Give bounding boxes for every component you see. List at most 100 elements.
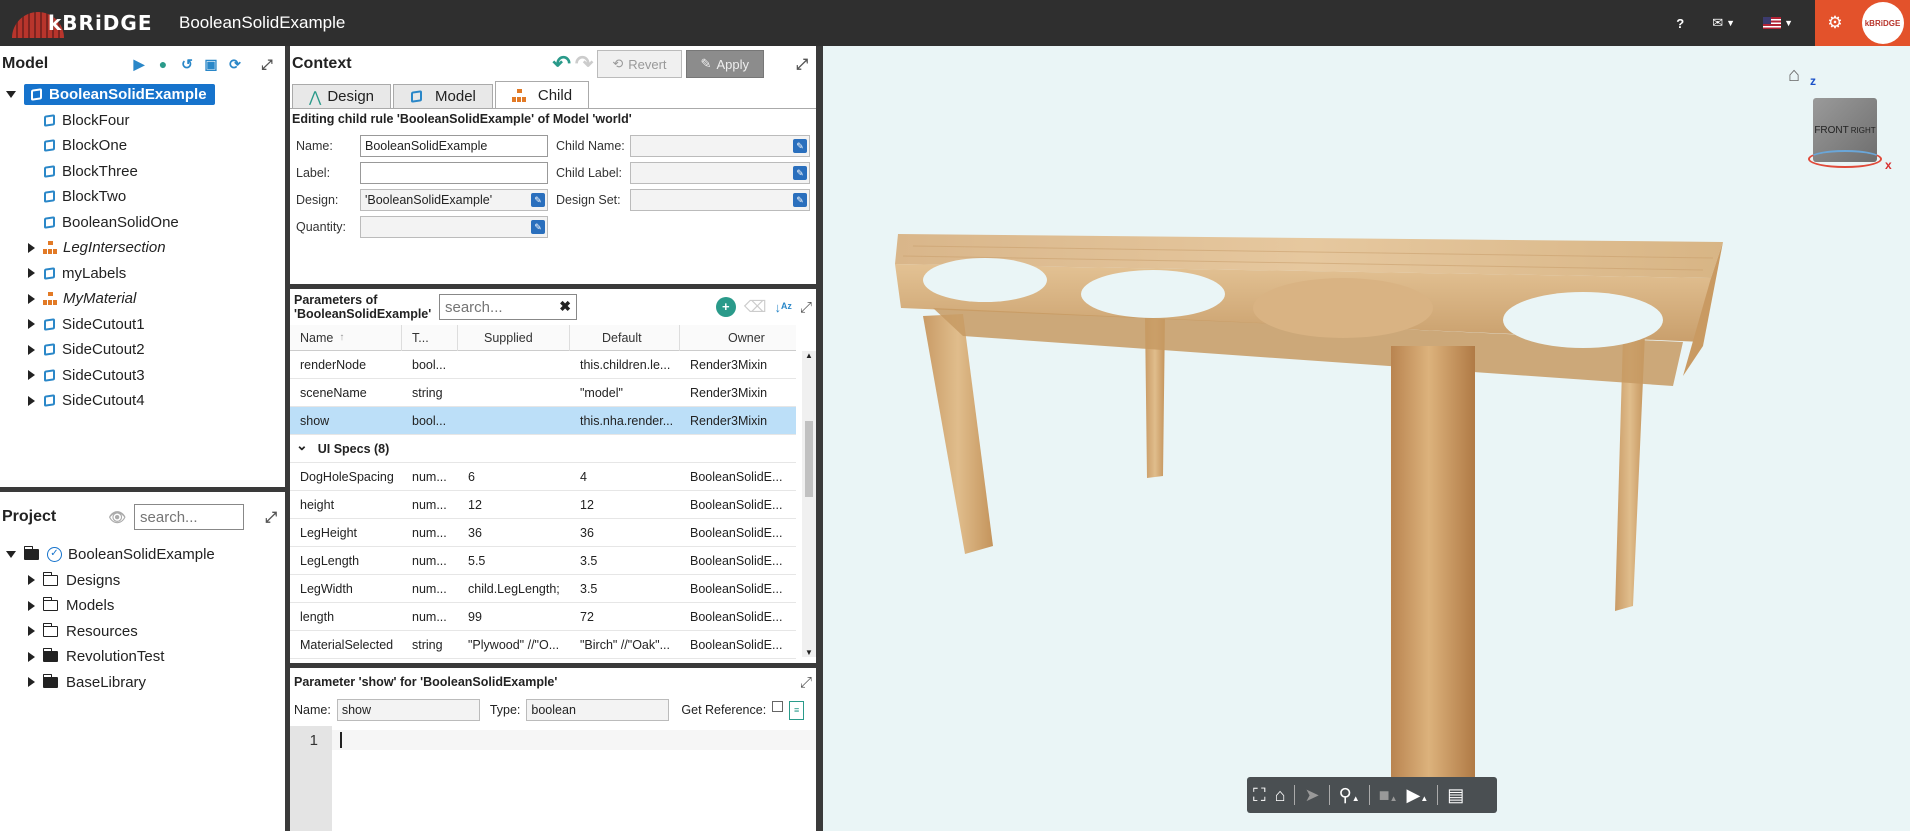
edit-icon[interactable]: ✎ <box>531 193 545 207</box>
project-tree-item[interactable]: Designs <box>6 568 285 594</box>
caret-right-icon[interactable] <box>28 575 35 586</box>
undo-history-icon[interactable]: ↺ <box>177 54 197 74</box>
save-icon[interactable]: ▣ <box>201 54 221 74</box>
caret-right-icon[interactable] <box>28 344 35 355</box>
undo-icon[interactable]: ↶ <box>552 51 570 77</box>
play-icon[interactable]: ▶ <box>129 54 149 74</box>
table-row[interactable]: height num... 12 12 BooleanSolidE... <box>290 491 796 519</box>
quantity-input[interactable]: ✎ <box>360 216 548 238</box>
edit-icon[interactable]: ✎ <box>531 220 545 234</box>
expand-icon[interactable]: ⤢ <box>265 509 277 526</box>
code-editor[interactable]: 1 <box>290 726 816 831</box>
expand-icon[interactable]: ⤢ <box>800 299 812 316</box>
side-cutout-2[interactable] <box>1081 270 1225 318</box>
project-tree-item[interactable]: Resources <box>6 619 285 645</box>
select-icon[interactable]: ➤ <box>1304 785 1319 806</box>
selected-tree-node[interactable]: BooleanSolidExample <box>24 84 215 106</box>
scroll-down-icon[interactable]: ▼ <box>805 648 813 657</box>
model-tree-item[interactable]: LegIntersection <box>6 235 285 261</box>
edit-icon[interactable]: ✎ <box>793 193 807 207</box>
language-menu-button[interactable]: ▼ <box>1763 17 1793 29</box>
edit-icon[interactable]: ✎ <box>793 139 807 153</box>
side-cutout-3[interactable] <box>1253 278 1433 338</box>
project-tree-item[interactable]: Models <box>6 593 285 619</box>
mail-menu-button[interactable]: ✉ ▼ <box>1712 15 1735 31</box>
design-input[interactable]: 'BooleanSolidExample' ✎ <box>360 189 548 211</box>
fullscreen-icon[interactable]: ⛶ <box>1253 785 1266 806</box>
pdf-icon[interactable]: ▤ <box>1447 785 1464 806</box>
label-input[interactable] <box>360 162 548 184</box>
model-tree-item[interactable]: MyMaterial <box>6 286 285 312</box>
table-group-row[interactable]: ⌄ UI Specs (8) <box>290 435 796 463</box>
side-cutout-1[interactable] <box>923 258 1047 302</box>
column-header-default[interactable]: Default <box>570 324 680 351</box>
model-tree-item[interactable]: BooleanSolidOne <box>6 210 285 236</box>
tab-child[interactable]: Child <box>494 81 590 108</box>
home-icon[interactable]: ⌂ <box>1275 785 1286 806</box>
sort-az-icon[interactable]: ↓ᴬᶻ <box>774 300 792 315</box>
table-row[interactable]: LegWidth num... child.LegLength; 3.5 Boolean… <box>290 575 796 603</box>
tab-model[interactable]: Model <box>393 84 493 108</box>
column-header-supplied[interactable]: Supplied <box>458 324 570 351</box>
caret-right-icon[interactable] <box>28 677 35 688</box>
model-tree-item[interactable]: BlockFour <box>6 108 285 134</box>
table-row[interactable]: show bool... this.nha.render... Render3Mixi… <box>290 407 796 435</box>
eraser-icon[interactable]: ⌫ <box>744 297 767 317</box>
panel-splitter-v[interactable] <box>816 46 823 831</box>
model-tree-item[interactable]: BlockOne <box>6 133 285 159</box>
caret-right-icon[interactable] <box>28 651 35 662</box>
project-tree-item[interactable]: RevolutionTest <box>6 644 285 670</box>
project-tree-item[interactable]: BaseLibrary <box>6 670 285 696</box>
project-tree-item[interactable]: ✓ BooleanSolidExample <box>6 542 285 568</box>
app-logo[interactable]: kBRiDGE <box>0 0 175 46</box>
view-cube-front[interactable]: FRONT <box>1814 125 1848 136</box>
document-icon[interactable]: ≡ <box>789 700 805 720</box>
video-icon[interactable]: ▶▲ <box>1406 785 1428 806</box>
scroll-thumb[interactable] <box>805 421 813 497</box>
column-header-owner[interactable]: Owner <box>680 325 796 351</box>
clear-search-icon[interactable]: ✖ <box>559 298 571 315</box>
table-row[interactable]: MaterialSelected string "Plywood" //"O... "… <box>290 631 796 659</box>
model-tree-item[interactable]: SideCutout2 <box>6 337 285 363</box>
person-icon[interactable]: ⚲▲ <box>1339 785 1360 806</box>
table-row[interactable]: renderNode bool... this.children.le... Rend… <box>290 351 796 379</box>
table-row[interactable]: sceneName string "model" Render3Mixin <box>290 379 796 407</box>
eye-icon[interactable]: 👁 <box>108 509 126 526</box>
add-parameter-icon[interactable]: + <box>715 297 736 317</box>
param-name-input[interactable]: show <box>336 699 480 721</box>
project-search-input[interactable] <box>134 504 245 530</box>
refresh-icon[interactable]: ⟳ <box>225 54 245 74</box>
side-cutout-4[interactable] <box>1503 292 1663 348</box>
caret-right-icon[interactable] <box>28 395 35 406</box>
apply-button[interactable]: ✎ Apply <box>685 50 764 78</box>
child-label-input[interactable]: ✎ <box>630 162 810 184</box>
viewer-3d[interactable]: ⌂ z FRONT RIGHT x ⛶ ⌂ ➤ ⚲▲ ■▲ ▶▲ ▤ <box>823 46 1910 831</box>
home-view-icon[interactable]: ⌂ <box>1788 64 1800 87</box>
caret-right-icon[interactable] <box>28 319 35 330</box>
edit-icon[interactable]: ✎ <box>793 166 807 180</box>
record-icon[interactable]: ● <box>153 54 173 74</box>
param-type-input[interactable]: boolean <box>526 699 670 721</box>
column-header-name[interactable]: Name ↑ <box>290 324 402 351</box>
name-input[interactable]: BooleanSolidExample <box>360 135 548 157</box>
chevron-down-icon[interactable]: ⌄ <box>296 437 308 454</box>
model-tree-item[interactable]: BlockTwo <box>6 184 285 210</box>
model-tree-item[interactable]: SideCutout1 <box>6 312 285 338</box>
caret-right-icon[interactable] <box>28 626 35 637</box>
parameters-scrollbar[interactable]: ▲ ▼ <box>802 351 816 657</box>
table-row[interactable]: LegHeight num... 36 36 BooleanSolidE... <box>290 519 796 547</box>
expand-icon[interactable]: ⤢ <box>257 54 277 74</box>
caret-right-icon[interactable] <box>28 370 35 381</box>
revert-button[interactable]: ⟲ Revert <box>597 50 682 78</box>
redo-icon[interactable]: ↷ <box>575 51 593 77</box>
get-reference-checkbox[interactable] <box>772 700 784 712</box>
design-set-input[interactable]: ✎ <box>630 189 810 211</box>
expand-icon[interactable]: ⤢ <box>796 56 808 73</box>
tab-design[interactable]: ⋀ Design <box>292 84 392 108</box>
model-tree-item[interactable]: BooleanSolidExample <box>6 82 285 108</box>
caret-right-icon[interactable] <box>28 600 35 611</box>
caret-right-icon[interactable] <box>28 268 35 279</box>
camera-icon[interactable]: ■▲ <box>1379 785 1398 806</box>
column-header-type[interactable]: T... <box>402 324 458 351</box>
table-row[interactable]: LegLength num... 5.5 3.5 BooleanSolidE... <box>290 547 796 575</box>
